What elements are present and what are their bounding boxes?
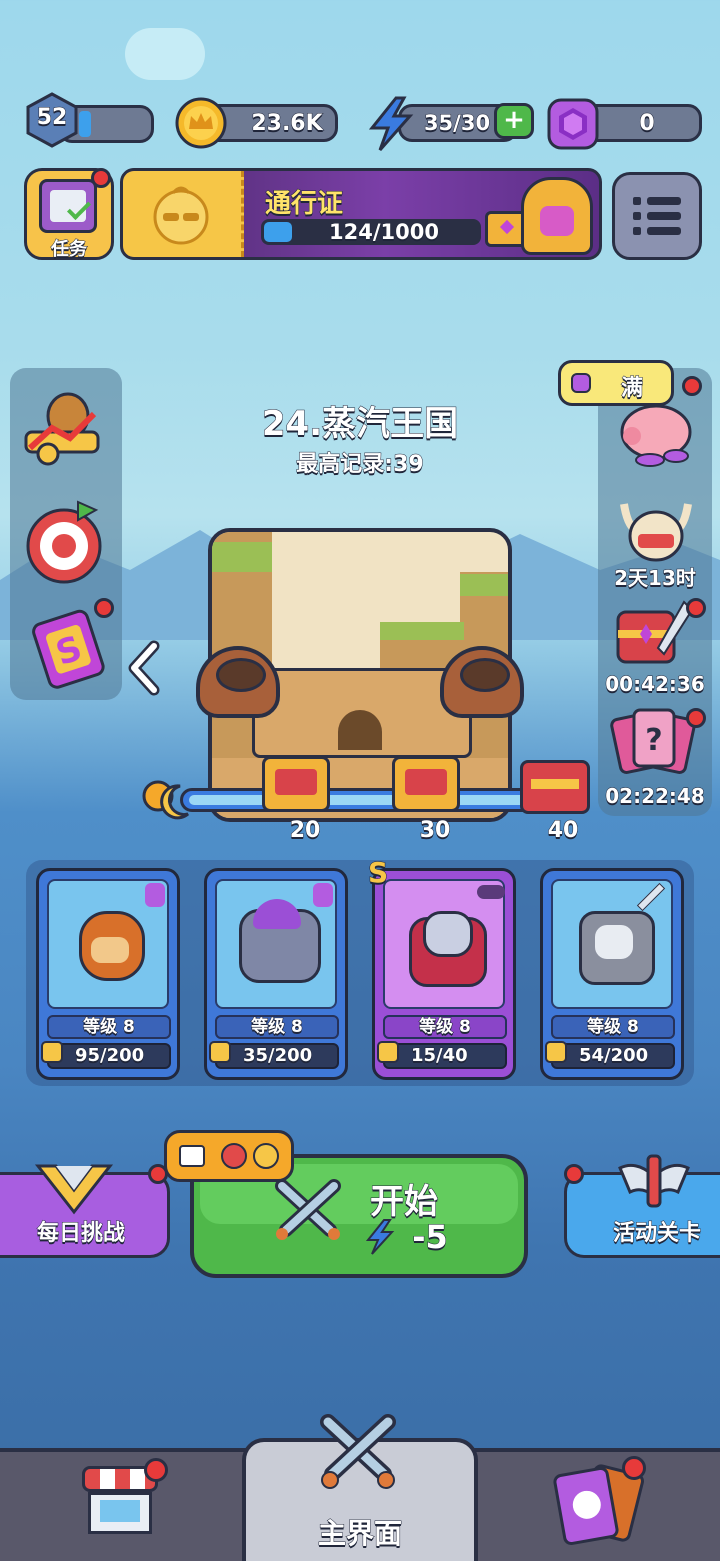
nav-cards[interactable]: [480, 1452, 720, 1561]
hero-shards: 54/200: [551, 1043, 675, 1069]
pass-progress: 124/1000: [329, 220, 440, 245]
energy-amount: 35/30: [423, 111, 491, 136]
milestone-label-2: 30: [419, 818, 451, 844]
tasks-notification-dot: [91, 168, 111, 188]
clipboard-icon: [39, 179, 97, 233]
add-energy-button[interactable]: +: [494, 103, 534, 139]
piggy-notification-dot: [682, 376, 702, 396]
collapse-left-arrow[interactable]: [124, 640, 164, 700]
puzzle-icon: [41, 1041, 63, 1063]
wave-progress-track: [180, 788, 572, 812]
winged-shield-icon: [616, 1152, 692, 1218]
stage-name: 24.蒸汽王国: [261, 404, 459, 445]
event-notification-dot: [564, 1164, 584, 1184]
piggy-bank-icon[interactable]: [612, 396, 698, 474]
puzzle-icon: [545, 1041, 567, 1063]
lightning-icon: [366, 96, 416, 156]
s-card-notification-dot: [94, 598, 114, 618]
potion-icon: [313, 883, 333, 907]
start-label: 开始: [370, 1182, 439, 1223]
demon-boss-icon[interactable]: [614, 494, 698, 568]
piggy-badge-gem-icon: [571, 373, 591, 393]
milestone-chest-3[interactable]: [520, 760, 590, 814]
target-clock-icon[interactable]: [22, 498, 106, 588]
pass-ticket-icon: [123, 171, 244, 257]
s-card-icon[interactable]: S: [26, 606, 112, 694]
tasks-label: 任务: [51, 239, 88, 261]
mystery-notification-dot: [686, 708, 706, 728]
milestone-chest-1[interactable]: [262, 756, 330, 812]
crown-coin-icon: [174, 96, 228, 154]
knight-portrait: [521, 177, 593, 255]
battle-pass-banner[interactable]: 通行证 124/1000: [120, 168, 602, 260]
pass-title: 通行证: [264, 189, 344, 220]
hero-card-1[interactable]: 等级 8 95/200: [36, 868, 180, 1080]
crossed-swords-icon: [272, 1178, 344, 1246]
cost-lightning-icon: [364, 1218, 396, 1260]
cards-notification-dot: [622, 1456, 646, 1480]
hero-shards: 95/200: [47, 1043, 171, 1069]
milestone-label-1: 20: [289, 818, 321, 844]
stage-record: 最高记录:39: [296, 452, 424, 478]
money-bag-icon[interactable]: [20, 388, 104, 474]
player-level: 52: [36, 105, 68, 131]
demon-timer: 2天13时: [614, 566, 697, 591]
hero-level: 等级 8: [215, 1015, 339, 1039]
start-cost: -5: [412, 1218, 449, 1257]
mystery-cards-icon[interactable]: ?: [610, 704, 698, 786]
menu-button[interactable]: [612, 172, 702, 260]
hero-card-4[interactable]: 等级 8 54/200: [540, 868, 684, 1080]
gem-icon: [546, 97, 600, 155]
puzzle-icon: [209, 1041, 231, 1063]
puzzle-icon: [377, 1041, 399, 1063]
hero-card-3[interactable]: 等级 8 15/40: [372, 868, 516, 1080]
nav-swords-icon: [316, 1414, 400, 1494]
hero-level: 等级 8: [551, 1015, 675, 1039]
hero-shards: 15/40: [383, 1043, 507, 1069]
coin-amount: 23.6K: [251, 111, 323, 137]
player-level-badge[interactable]: 52: [24, 92, 80, 148]
nav-shop[interactable]: [0, 1452, 240, 1561]
event-stage-label: 活动关卡: [612, 1221, 701, 1247]
hero-level: 等级 8: [383, 1015, 507, 1039]
bat-icon: [477, 885, 505, 899]
gem-amount: 0: [639, 111, 655, 137]
video-camera-icon: [179, 1145, 205, 1167]
cloud: [125, 28, 205, 80]
mystery-timer: 02:22:48: [605, 784, 706, 809]
milestone-label-3: 40: [547, 818, 579, 844]
crown-coin-small-icon: [253, 1143, 279, 1169]
pig-coin-icon: [221, 1143, 247, 1169]
chest-notification-dot: [686, 598, 706, 618]
shop-notification-dot: [144, 1458, 168, 1482]
hero-level: 等级 8: [47, 1015, 171, 1039]
hero-rank-tag: S: [367, 856, 389, 890]
hero-card-2[interactable]: 等级 8 35/200: [204, 868, 348, 1080]
video-boost-badge[interactable]: [164, 1130, 294, 1182]
chest-timer: 00:42:36: [605, 672, 706, 697]
milestone-chest-2[interactable]: [392, 756, 460, 812]
svg-text:?: ?: [645, 723, 662, 758]
shield-wings-icon: [34, 1160, 114, 1220]
pass-progress-bar: 124/1000: [261, 219, 481, 245]
potion-icon: [145, 883, 165, 907]
hero-shards: 35/200: [215, 1043, 339, 1069]
nav-main-label: 主界面: [317, 1517, 402, 1551]
